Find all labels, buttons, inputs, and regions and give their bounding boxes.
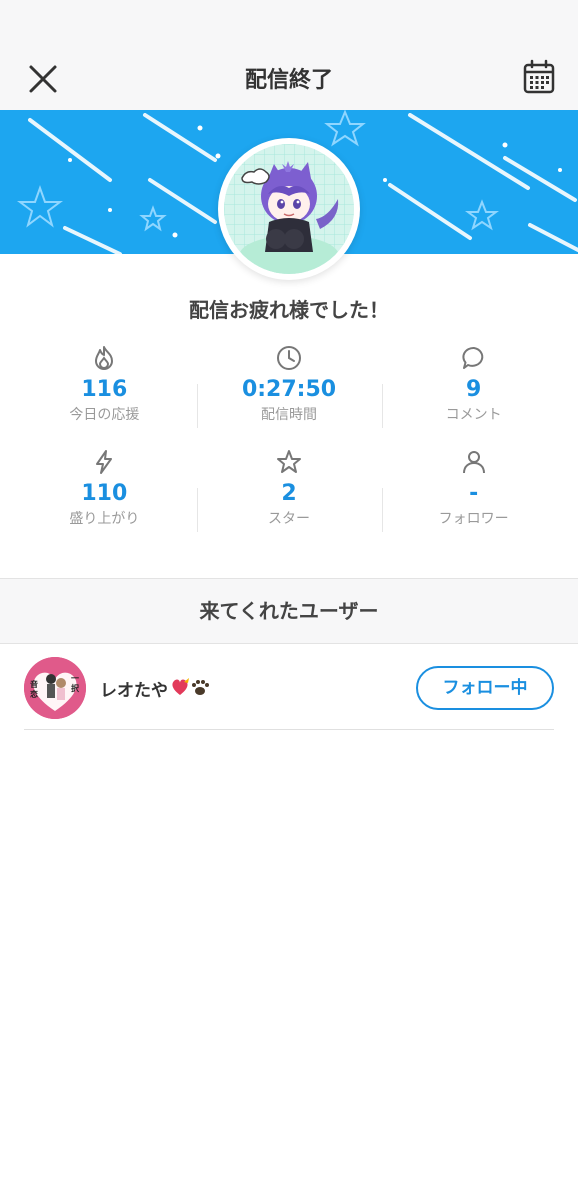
avatar-char: 恋	[30, 689, 38, 699]
stat-label: スター	[268, 511, 310, 527]
clock-icon	[277, 346, 301, 370]
list-item[interactable]: 音 恋 一 択 レオたや フォロー中	[24, 652, 554, 730]
stat-value: -	[469, 481, 479, 506]
avatar-illustration	[224, 144, 354, 274]
stats-row-1: 116 今日の応援 0:27:50 配信時間 9 コメント	[12, 340, 566, 444]
fire-icon	[95, 346, 114, 370]
stat-value: 2	[281, 481, 297, 506]
stat-value: 116	[81, 377, 128, 402]
person-icon	[462, 451, 485, 474]
section-title: 来てくれたユーザー	[199, 599, 379, 623]
user-name[interactable]: レオたや	[100, 676, 168, 701]
stat-excitement: 110 盛り上がり	[12, 444, 197, 548]
stat-value: 0:27:50	[241, 377, 337, 402]
stat-label: 盛り上がり	[69, 511, 140, 527]
stat-label: コメント	[445, 407, 502, 423]
stat-value: 110	[81, 481, 128, 506]
thanks-message: 配信お疲れ様でした！	[189, 298, 389, 322]
stats-row-2: 110 盛り上がり 2 スター - フォロワー	[12, 444, 566, 548]
top-bar: 配信終了	[0, 46, 578, 110]
stat-divider	[197, 384, 198, 428]
star-icon	[277, 450, 301, 473]
lightning-icon	[96, 450, 113, 474]
heart-paw-emoji-icon	[172, 678, 209, 695]
following-button[interactable]: フォロー中	[416, 666, 554, 710]
stat-value: 9	[466, 377, 482, 402]
stat-divider	[382, 384, 383, 428]
stat-comments: 9 コメント	[381, 340, 566, 444]
visitors-section-header: 来てくれたユーザー	[0, 578, 578, 644]
avatar-char: 択	[71, 683, 80, 693]
calendar-button[interactable]	[520, 58, 558, 96]
page-title: 配信終了	[244, 68, 333, 93]
status-bar-area	[0, 0, 578, 46]
calendar-icon	[523, 59, 555, 94]
stat-followers: - フォロワー	[381, 444, 566, 548]
user-avatar-image: 音 恋 一 択	[24, 657, 86, 719]
avatar-char: 音	[30, 679, 38, 689]
stat-divider	[382, 488, 383, 532]
avatar-char: 一	[71, 673, 79, 683]
stats-grid: 116 今日の応援 0:27:50 配信時間 9 コメント 110 盛り上がり …	[12, 340, 566, 548]
comment-icon	[462, 347, 483, 369]
stat-support: 116 今日の応援	[12, 340, 197, 444]
stat-stars: 2 スター	[197, 444, 382, 548]
stat-label: 配信時間	[261, 407, 317, 423]
stat-divider	[197, 488, 198, 532]
streamer-avatar	[218, 138, 360, 280]
stat-label: 今日の応援	[69, 407, 140, 423]
avatar[interactable]: 音 恋 一 択	[24, 657, 86, 719]
stat-label: フォロワー	[438, 511, 509, 527]
stat-duration: 0:27:50 配信時間	[197, 340, 382, 444]
